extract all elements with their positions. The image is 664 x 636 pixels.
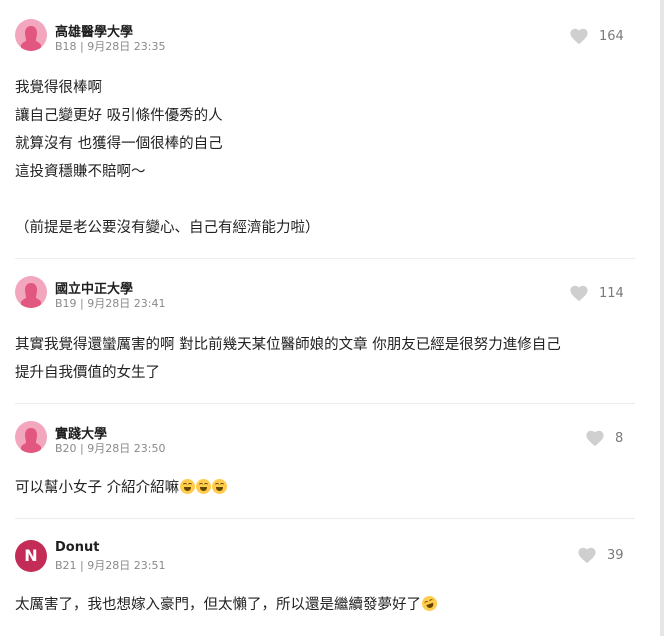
heart-icon bbox=[570, 28, 588, 45]
window-edge bbox=[660, 0, 664, 636]
comment-meta: B18 | 9月28日 23:35 bbox=[55, 38, 165, 54]
comment-line-text: 可以幫小女子 介紹介紹嘛 bbox=[15, 480, 180, 496]
separator: | bbox=[76, 297, 88, 310]
comment-body: 太厲害了，我也想嫁入豪門，但太懶了，所以還是繼續發夢好了 bbox=[15, 591, 440, 619]
like-count: 39 bbox=[607, 547, 624, 563]
comment-body: 我覺得很棒啊 讓自己變更好 吸引條件優秀的人 就算沒有 也獲得一個很棒的自己 這… bbox=[15, 74, 320, 242]
laughing-emoji-icon bbox=[180, 479, 196, 494]
female-silhouette-icon bbox=[21, 428, 41, 453]
author-name[interactable]: Donut bbox=[55, 540, 99, 555]
comment-line: 這投資穩賺不賠啊～ bbox=[15, 164, 146, 180]
female-silhouette-icon bbox=[21, 283, 41, 308]
separator: | bbox=[76, 559, 88, 572]
avatar[interactable] bbox=[15, 19, 47, 51]
comment-b18: 高雄醫學大學 B18 | 9月28日 23:35 164 我覺得很棒啊 讓自己變… bbox=[0, 0, 660, 258]
timestamp: 9月28日 23:50 bbox=[87, 442, 166, 455]
heart-icon bbox=[578, 547, 596, 564]
comment-meta: B21 | 9月28日 23:51 bbox=[55, 557, 165, 573]
rofl-emoji-icon bbox=[419, 593, 440, 614]
timestamp: 9月28日 23:35 bbox=[87, 40, 166, 53]
avatar[interactable]: N bbox=[15, 540, 47, 572]
comment-meta: B20 | 9月28日 23:50 bbox=[55, 440, 165, 456]
comment-body: 其實我覺得還蠻厲害的啊 對比前幾天某位醫師娘的文章 你朋友已經是很努力進修自己 … bbox=[15, 331, 561, 387]
heart-icon bbox=[586, 430, 604, 447]
avatar[interactable] bbox=[15, 276, 47, 308]
like-button[interactable]: 8 bbox=[585, 429, 623, 447]
laughing-emoji-icon bbox=[196, 479, 212, 494]
like-count: 114 bbox=[599, 285, 624, 301]
comment-b20: 實踐大學 B20 | 9月28日 23:50 8 可以幫小女子 介紹介紹嘛 bbox=[0, 404, 660, 518]
floor-label: B18 bbox=[55, 40, 77, 53]
comment-b19: 國立中正大學 B19 | 9月28日 23:41 114 其實我覺得還蠻厲害的啊… bbox=[0, 259, 660, 403]
floor-label: B19 bbox=[55, 297, 77, 310]
comment-line bbox=[15, 186, 320, 214]
comment-line-text: 太厲害了，我也想嫁入豪門，但太懶了，所以還是繼續發夢好了 bbox=[15, 597, 421, 613]
avatar[interactable] bbox=[15, 421, 47, 453]
like-button[interactable]: 39 bbox=[577, 546, 624, 564]
floor-label: B21 bbox=[55, 559, 77, 572]
like-count: 164 bbox=[599, 28, 624, 44]
like-count: 8 bbox=[615, 430, 624, 446]
like-button[interactable]: 164 bbox=[569, 27, 624, 45]
like-button[interactable]: 114 bbox=[569, 284, 624, 302]
floor-label: B20 bbox=[55, 442, 77, 455]
comment-line: 就算沒有 也獲得一個很棒的自己 bbox=[15, 136, 223, 152]
comment-line: 其實我覺得還蠻厲害的啊 對比前幾天某位醫師娘的文章 你朋友已經是很努力進修自己 bbox=[15, 337, 561, 353]
comment-line: 讓自己變更好 吸引條件優秀的人 bbox=[15, 108, 223, 124]
female-silhouette-icon bbox=[21, 26, 41, 51]
comment-b21: N Donut B21 | 9月28日 23:51 39 太厲害了，我也想嫁入豪… bbox=[0, 519, 660, 636]
comment-line: （前提是老公要沒有變心、自己有經濟能力啦） bbox=[15, 220, 320, 236]
heart-icon bbox=[570, 285, 588, 302]
comment-line: 我覺得很棒啊 bbox=[15, 80, 102, 96]
comment-line: 太厲害了，我也想嫁入豪門，但太懶了，所以還是繼續發夢好了 bbox=[15, 591, 440, 619]
timestamp: 9月28日 23:41 bbox=[87, 297, 166, 310]
laughing-emoji-icon bbox=[212, 479, 228, 494]
separator: | bbox=[76, 40, 88, 53]
comment-line: 提升自我價值的女生了 bbox=[15, 365, 160, 381]
timestamp: 9月28日 23:51 bbox=[87, 559, 166, 572]
comment-line: 可以幫小女子 介紹介紹嘛 bbox=[15, 474, 228, 502]
separator: | bbox=[76, 442, 88, 455]
comment-body: 可以幫小女子 介紹介紹嘛 bbox=[15, 474, 228, 502]
comment-meta: B19 | 9月28日 23:41 bbox=[55, 295, 165, 311]
